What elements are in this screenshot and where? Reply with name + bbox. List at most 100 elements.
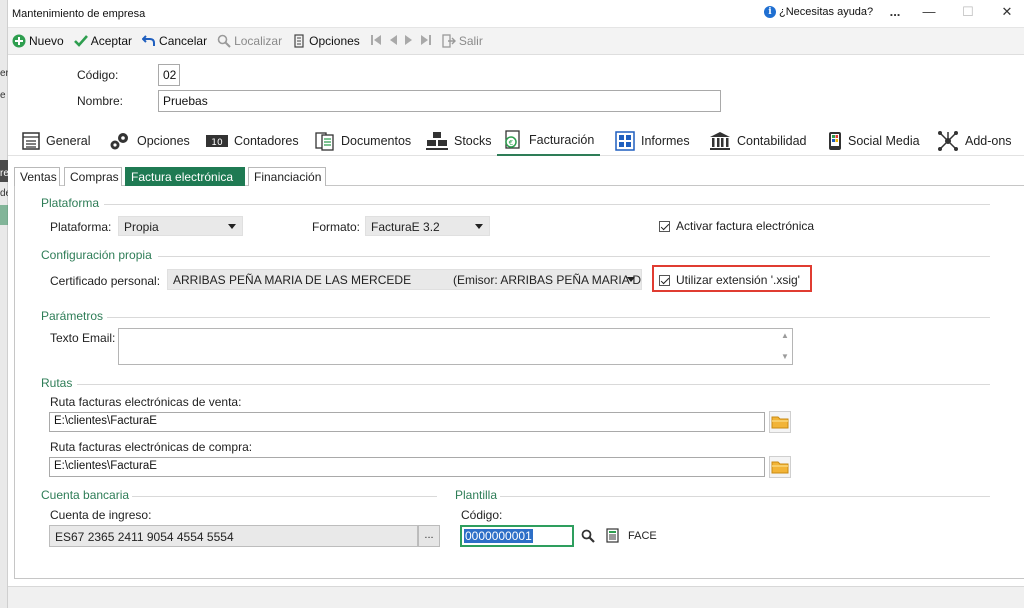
tab-informes[interactable]: Informes — [615, 126, 690, 156]
accept-button[interactable]: Aceptar — [73, 30, 132, 52]
exit-label: Salir — [458, 34, 483, 48]
email-text-area[interactable]: ▲ ▼ — [118, 328, 793, 365]
first-record-icon[interactable] — [370, 34, 382, 49]
title-bar: Mantenimiento de empresa i ¿Necesitas ay… — [8, 0, 1024, 28]
search-icon — [217, 34, 231, 48]
scrollbar[interactable]: ▲ ▼ — [780, 331, 790, 361]
maximize-button[interactable]: ☐ — [953, 4, 983, 20]
scroll-down-icon[interactable]: ▼ — [781, 352, 789, 361]
purchase-path-label: Ruta facturas electrónicas de compra: — [50, 440, 253, 454]
documents-icon — [315, 132, 334, 151]
section-divider — [77, 384, 990, 385]
account-input[interactable]: ES67 2365 2411 9054 4554 5554 — [49, 525, 418, 547]
window-title: Mantenimiento de empresa — [12, 8, 146, 20]
svg-text:10: 10 — [211, 138, 223, 147]
invoice-panel — [14, 185, 1024, 579]
help-link[interactable]: i ¿Necesitas ayuda? — [764, 6, 873, 18]
last-record-icon[interactable] — [420, 34, 432, 49]
subtab-compras[interactable]: Compras — [64, 167, 122, 186]
section-title: Configuración propia — [41, 248, 152, 262]
template-name: FACE — [628, 530, 657, 542]
template-code-input[interactable]: 0000000001 — [460, 525, 574, 547]
sales-path-input[interactable]: E:\clientes\FacturaE — [49, 412, 765, 432]
billing-icon: € — [505, 130, 520, 149]
certificate-select[interactable]: ARRIBAS PEÑA MARIA DE LAS MERCEDE (Emiso… — [167, 269, 642, 290]
exit-button[interactable]: Salir — [442, 30, 483, 52]
sales-path-label: Ruta facturas electrónicas de venta: — [50, 395, 242, 409]
new-button[interactable]: Nuevo — [12, 30, 64, 52]
tab-opciones[interactable]: Opciones — [109, 126, 190, 156]
platform-label: Plataforma: — [50, 220, 112, 234]
tab-contabilidad[interactable]: Contabilidad — [709, 126, 807, 156]
account-lookup-button[interactable]: ... — [418, 525, 440, 547]
subtab-ventas[interactable]: Ventas — [14, 167, 60, 186]
undo-arrow-icon — [142, 34, 156, 48]
tab-label: Opciones — [137, 134, 190, 148]
email-text-label: Texto Email: — [50, 331, 116, 345]
section-divider — [107, 317, 990, 318]
activate-einvoice-checkbox[interactable]: Activar factura electrónica — [659, 219, 814, 233]
use-xsig-checkbox[interactable]: Utilizar extensión '.xsig' — [659, 273, 800, 287]
gears-icon — [110, 133, 128, 150]
tab-facturacion[interactable]: € Facturación — [497, 126, 601, 156]
addons-icon — [938, 131, 958, 151]
tab-add-ons[interactable]: Add-ons — [937, 126, 1012, 156]
name-label: Nombre: — [77, 94, 124, 108]
next-record-icon[interactable] — [404, 34, 414, 49]
checkbox-checked — [659, 274, 670, 286]
tab-stocks[interactable]: Stocks — [426, 126, 492, 156]
folder-icon — [771, 416, 789, 429]
options-button[interactable]: Opciones — [292, 30, 360, 52]
svg-text:€: € — [509, 139, 513, 147]
tab-label: Social Media — [848, 134, 920, 148]
template-code-value: 0000000001 — [464, 529, 533, 543]
toolbar: Nuevo Aceptar Cancelar Localizar Opcione… — [8, 28, 1024, 55]
xsig-label: Utilizar extensión '.xsig' — [676, 273, 800, 287]
subtab-factura-electronica[interactable]: Factura electrónica — [125, 167, 245, 186]
plus-circle-icon — [12, 34, 26, 48]
code-label: Código: — [77, 68, 119, 82]
format-select[interactable]: FacturaE 3.2 — [365, 216, 490, 236]
tab-contadores[interactable]: 10 Contadores — [206, 126, 299, 156]
locate-button[interactable]: Localizar — [217, 30, 282, 52]
background-text: de — [0, 188, 8, 199]
minimize-button[interactable]: — — [914, 4, 944, 19]
tab-label: Contadores — [234, 134, 299, 148]
tab-social-media[interactable]: Social Media — [828, 126, 920, 156]
close-button[interactable]: ✕ — [992, 4, 1022, 20]
stocks-icon — [426, 132, 448, 150]
template-document-icon — [606, 528, 619, 546]
locate-label: Localizar — [234, 34, 283, 48]
background-selected-row — [0, 205, 8, 225]
chevron-down-icon — [228, 224, 236, 229]
tab-general[interactable]: General — [22, 126, 90, 156]
account-label: Cuenta de ingreso: — [50, 508, 152, 522]
cancel-label: Cancelar — [159, 34, 208, 48]
search-template-button[interactable] — [581, 529, 595, 546]
subtab-financiacion[interactable]: Financiación — [248, 167, 326, 186]
browse-purchase-button[interactable] — [769, 456, 791, 478]
accounting-icon — [710, 132, 730, 150]
background-window-edge: er e re de — [0, 0, 8, 608]
background-text: e — [0, 90, 6, 101]
section-divider — [132, 496, 437, 497]
cancel-button[interactable]: Cancelar — [142, 30, 207, 52]
section-divider — [104, 204, 990, 205]
platform-select[interactable]: Propia — [118, 216, 243, 236]
purchase-path-input[interactable]: E:\clientes\FacturaE — [49, 457, 765, 477]
section-title: Plataforma — [41, 196, 100, 210]
name-input[interactable]: Pruebas — [158, 90, 721, 112]
previous-record-icon[interactable] — [388, 34, 398, 49]
tab-label: Stocks — [454, 134, 492, 148]
status-bar — [8, 586, 1024, 608]
format-label: Formato: — [312, 220, 361, 234]
code-input[interactable]: 02 — [158, 64, 180, 86]
tab-documentos[interactable]: Documentos — [315, 126, 411, 156]
chevron-down-icon — [627, 277, 635, 282]
more-button[interactable]: ... — [880, 4, 910, 19]
new-label: Nuevo — [29, 34, 64, 48]
background-text: re — [0, 168, 8, 179]
scroll-up-icon[interactable]: ▲ — [781, 331, 789, 340]
counter-icon: 10 — [206, 135, 228, 147]
browse-sales-button[interactable] — [769, 411, 791, 433]
